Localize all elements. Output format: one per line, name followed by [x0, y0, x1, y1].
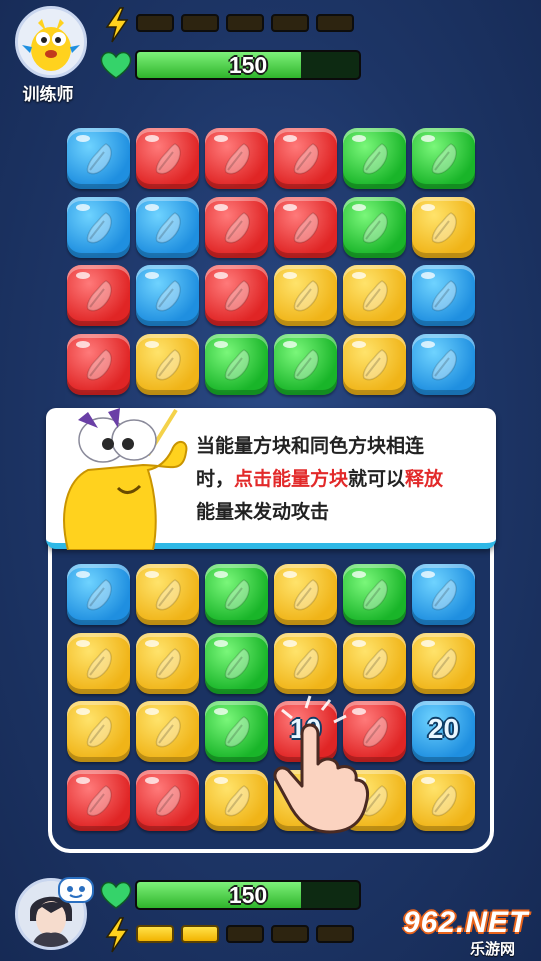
opponent-energy-cell	[181, 14, 219, 32]
watermark-subtitle: 乐游网	[470, 941, 516, 958]
lightning-bolt-icon	[105, 7, 129, 43]
lightning-bolt-icon	[105, 917, 129, 953]
tile-yellow[interactable]	[412, 196, 475, 258]
chat-bubble-icon[interactable]	[58, 877, 94, 907]
opponent-energy-cell	[271, 14, 309, 32]
player-energy-meter	[136, 925, 354, 943]
tutorial-line-2: 时，点击能量方块就可以释放	[196, 469, 444, 490]
player-hp-bar: 150	[135, 880, 361, 910]
tile-red[interactable]	[67, 333, 130, 395]
pointer-hand-icon	[273, 695, 370, 834]
opponent-energy-cell	[136, 14, 174, 32]
tile-blue[interactable]	[412, 265, 475, 326]
tile-green[interactable]	[205, 701, 268, 762]
tile-red[interactable]	[274, 128, 337, 189]
tile-yellow[interactable]	[67, 701, 130, 762]
tile-red[interactable]	[274, 196, 337, 258]
tile-green[interactable]	[412, 128, 475, 189]
player-energy-cell	[271, 925, 309, 943]
tile-yellow[interactable]	[136, 632, 199, 694]
heart-icon	[100, 51, 132, 79]
tile-yellow[interactable]	[412, 769, 475, 831]
tile-blue[interactable]	[136, 265, 199, 326]
tile-yellow[interactable]	[274, 564, 337, 625]
tile-yellow[interactable]	[343, 333, 406, 395]
tile-red[interactable]	[205, 128, 268, 189]
player-energy-cell	[316, 925, 354, 943]
opponent-energy-cell	[226, 14, 264, 32]
tile-red[interactable]	[136, 769, 199, 831]
tile-blue[interactable]	[67, 128, 130, 189]
tile-blue[interactable]	[67, 196, 130, 258]
player-hp-value: 150	[228, 882, 268, 908]
tile-yellow[interactable]	[136, 333, 199, 395]
tile-red[interactable]	[205, 265, 268, 326]
tile-green[interactable]	[205, 564, 268, 625]
tile-yellow[interactable]	[274, 265, 337, 326]
heart-icon	[100, 881, 132, 909]
tile-red[interactable]	[67, 769, 130, 831]
mascot-character	[63, 408, 188, 550]
tutorial-highlight-tap: 点击能量方块	[234, 469, 349, 490]
tile-green[interactable]	[343, 564, 406, 625]
tile-yellow[interactable]	[343, 265, 406, 326]
tile-blue[interactable]	[412, 564, 475, 625]
tile-green[interactable]	[274, 333, 337, 395]
tile-green[interactable]	[205, 333, 268, 395]
power-tile-value: 20	[427, 713, 460, 744]
tile-yellow[interactable]	[343, 632, 406, 694]
tile-yellow[interactable]	[136, 701, 199, 762]
tile-yellow[interactable]	[205, 769, 268, 831]
tile-blue[interactable]	[67, 564, 130, 625]
tile-red[interactable]	[67, 265, 130, 326]
tutorial-highlight-release: 释放	[405, 469, 444, 490]
player-energy-cell	[226, 925, 264, 943]
player-energy-cell	[136, 925, 174, 943]
player-energy-cell	[181, 925, 219, 943]
tile-blue[interactable]	[136, 196, 199, 258]
tutorial-text: 当能量方块和同色方块相连 时，点击能量方块就可以释放 能量来发动攻击	[196, 430, 484, 529]
tile-green[interactable]	[205, 632, 268, 694]
tutorial-line-1: 当能量方块和同色方块相连	[196, 436, 425, 457]
tile-blue[interactable]	[412, 333, 475, 395]
opponent-name: 训练师	[22, 85, 74, 104]
tile-red[interactable]	[136, 128, 199, 189]
tile-red[interactable]	[205, 196, 268, 258]
opponent-hp-bar: 150	[135, 50, 361, 80]
watermark-brand: 962.NET	[403, 906, 529, 939]
opponent-energy-meter	[136, 14, 354, 32]
tile-yellow[interactable]	[274, 632, 337, 694]
tile-yellow[interactable]	[412, 632, 475, 694]
tile-yellow[interactable]	[136, 564, 199, 625]
tile-yellow[interactable]	[67, 632, 130, 694]
watermark-logo: 962.NET 乐游网	[398, 906, 536, 958]
tile-green[interactable]	[343, 196, 406, 258]
opponent-avatar	[15, 6, 87, 78]
tile-green[interactable]	[343, 128, 406, 189]
opponent-hp-value: 150	[228, 52, 268, 78]
power-tile-blue[interactable]: 20	[412, 701, 475, 762]
tutorial-line-3: 能量来发动攻击	[196, 502, 330, 523]
opponent-energy-cell	[316, 14, 354, 32]
